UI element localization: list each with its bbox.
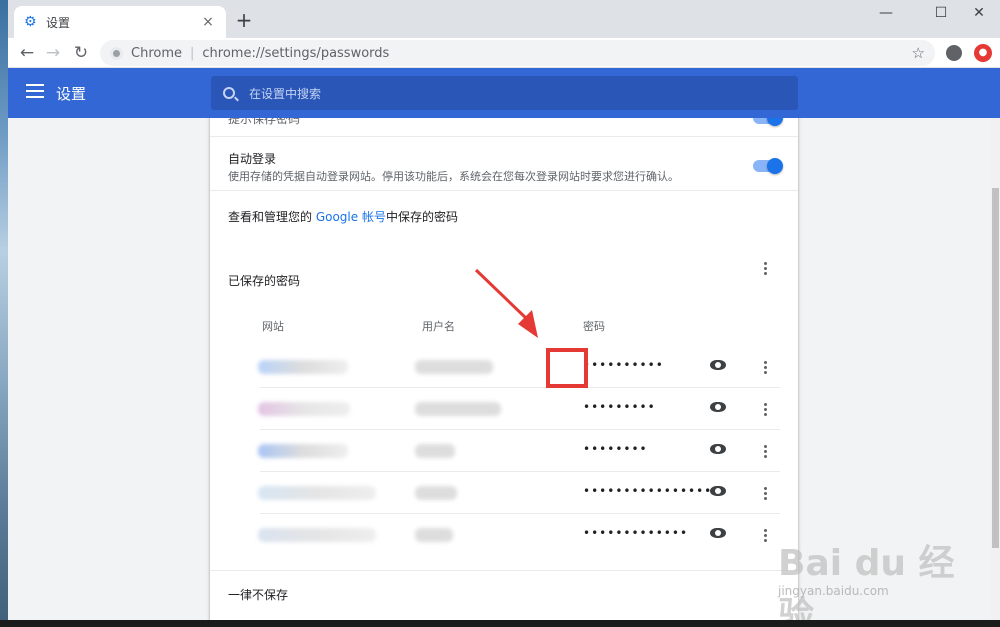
back-button[interactable]: ← xyxy=(16,42,38,64)
autologin-description: 使用存储的凭据自动登录网站。停用该功能后，系统会在您每次登录网站时要求您进行确认… xyxy=(228,170,679,183)
bookmark-star-icon[interactable]: ☆ xyxy=(912,44,925,62)
divider xyxy=(210,570,798,571)
saved-passwords-heading: 已保存的密码 xyxy=(228,274,301,288)
saved-passwords-more-icon[interactable] xyxy=(755,258,775,278)
reload-button[interactable]: ↻ xyxy=(70,42,92,64)
page-title: 设置 xyxy=(56,85,87,103)
more-actions-icon[interactable] xyxy=(755,483,775,503)
site-blurred xyxy=(258,360,348,374)
account-icon[interactable] xyxy=(946,45,962,61)
browser-window: ⚙ 设置 × + — ☐ ✕ ← → ↻ Chrome | chrome://s… xyxy=(8,0,1000,627)
more-actions-icon[interactable] xyxy=(755,357,775,377)
google-suffix: 中保存的密码 xyxy=(385,210,458,224)
password-dots: •••••••••• xyxy=(583,358,664,372)
tab-close-icon[interactable]: × xyxy=(200,14,216,30)
close-window-button[interactable]: ✕ xyxy=(956,0,1000,28)
watermark-logo: Bai du 经验 xyxy=(778,543,955,627)
autologin-toggle[interactable] xyxy=(753,158,783,174)
column-site: 网站 xyxy=(262,320,284,333)
google-account-link[interactable]: Google 帐号 xyxy=(316,210,386,224)
site-blurred xyxy=(258,486,376,500)
more-actions-icon[interactable] xyxy=(755,399,775,419)
never-saved-heading: 一律不保存 xyxy=(228,588,289,602)
divider xyxy=(210,190,798,191)
column-username: 用户名 xyxy=(422,320,455,333)
forward-button[interactable]: → xyxy=(42,42,64,64)
username-blurred xyxy=(415,486,457,500)
eye-icon[interactable] xyxy=(710,360,726,370)
offer-save-toggle[interactable] xyxy=(753,118,783,126)
extension-icon[interactable]: ● xyxy=(974,44,992,62)
address-origin: Chrome xyxy=(131,45,182,61)
gear-icon: ⚙ xyxy=(24,14,37,30)
site-blurred xyxy=(258,528,376,542)
address-bar[interactable]: Chrome | chrome://settings/passwords ☆ xyxy=(100,40,935,66)
password-dots: •••••••• xyxy=(583,442,648,456)
password-row: •••••••••• xyxy=(210,346,798,388)
username-blurred xyxy=(415,360,493,374)
autologin-label: 自动登录 xyxy=(228,152,277,166)
chrome-icon xyxy=(110,46,123,60)
eye-icon[interactable] xyxy=(710,402,726,412)
site-blurred xyxy=(258,444,348,458)
password-row: •••••••••••••••• xyxy=(210,472,798,514)
more-actions-icon[interactable] xyxy=(755,441,775,461)
offer-save-label: 提示保存密码 xyxy=(228,118,301,126)
search-placeholder: 在设置中搜索 xyxy=(249,86,322,101)
menu-icon[interactable] xyxy=(26,84,44,98)
browser-toolbar: ← → ↻ Chrome | chrome://settings/passwor… xyxy=(8,38,1000,68)
annotation-highlight-box xyxy=(546,348,588,388)
settings-header: 设置 在设置中搜索 xyxy=(8,68,1000,118)
desktop-background xyxy=(0,0,8,627)
password-row: •••••••• xyxy=(210,430,798,472)
title-bar: ⚙ 设置 × + — ☐ ✕ xyxy=(8,0,1000,38)
address-url[interactable]: chrome://settings/passwords xyxy=(202,46,911,61)
settings-search-input[interactable]: 在设置中搜索 xyxy=(211,76,798,110)
google-prefix: 查看和管理您的 xyxy=(228,210,316,224)
username-blurred xyxy=(415,444,455,458)
password-row: ••••••••••••• xyxy=(210,514,798,556)
scrollbar-thumb[interactable] xyxy=(992,188,999,548)
eye-icon[interactable] xyxy=(710,528,726,538)
column-password: 密码 xyxy=(583,320,605,333)
username-blurred xyxy=(415,528,453,542)
divider xyxy=(210,136,798,137)
tab-settings[interactable]: ⚙ 设置 × xyxy=(14,6,226,38)
more-actions-icon[interactable] xyxy=(755,525,775,545)
password-row: ••••••••• xyxy=(210,388,798,430)
scrollbar[interactable] xyxy=(991,118,1000,620)
baidu-watermark: Bai du 经验 jingyan.baidu.com xyxy=(778,520,978,627)
google-account-text: 查看和管理您的 Google 帐号中保存的密码 xyxy=(228,208,458,225)
address-separator: | xyxy=(190,45,195,61)
new-tab-button[interactable]: + xyxy=(234,10,254,30)
password-dots: •••••••••••••••• xyxy=(583,484,713,498)
username-blurred xyxy=(415,402,501,416)
site-blurred xyxy=(258,402,350,416)
minimize-button[interactable]: — xyxy=(863,0,909,28)
search-icon xyxy=(223,87,235,99)
password-dots: ••••••••• xyxy=(583,400,656,414)
eye-icon[interactable] xyxy=(710,444,726,454)
eye-icon[interactable] xyxy=(710,486,726,496)
tab-title: 设置 xyxy=(46,15,71,30)
watermark-url: jingyan.baidu.com xyxy=(778,584,889,598)
taskbar xyxy=(0,620,1000,627)
password-dots: ••••••••••••• xyxy=(583,526,689,540)
annotation-arrow-icon xyxy=(474,268,538,338)
